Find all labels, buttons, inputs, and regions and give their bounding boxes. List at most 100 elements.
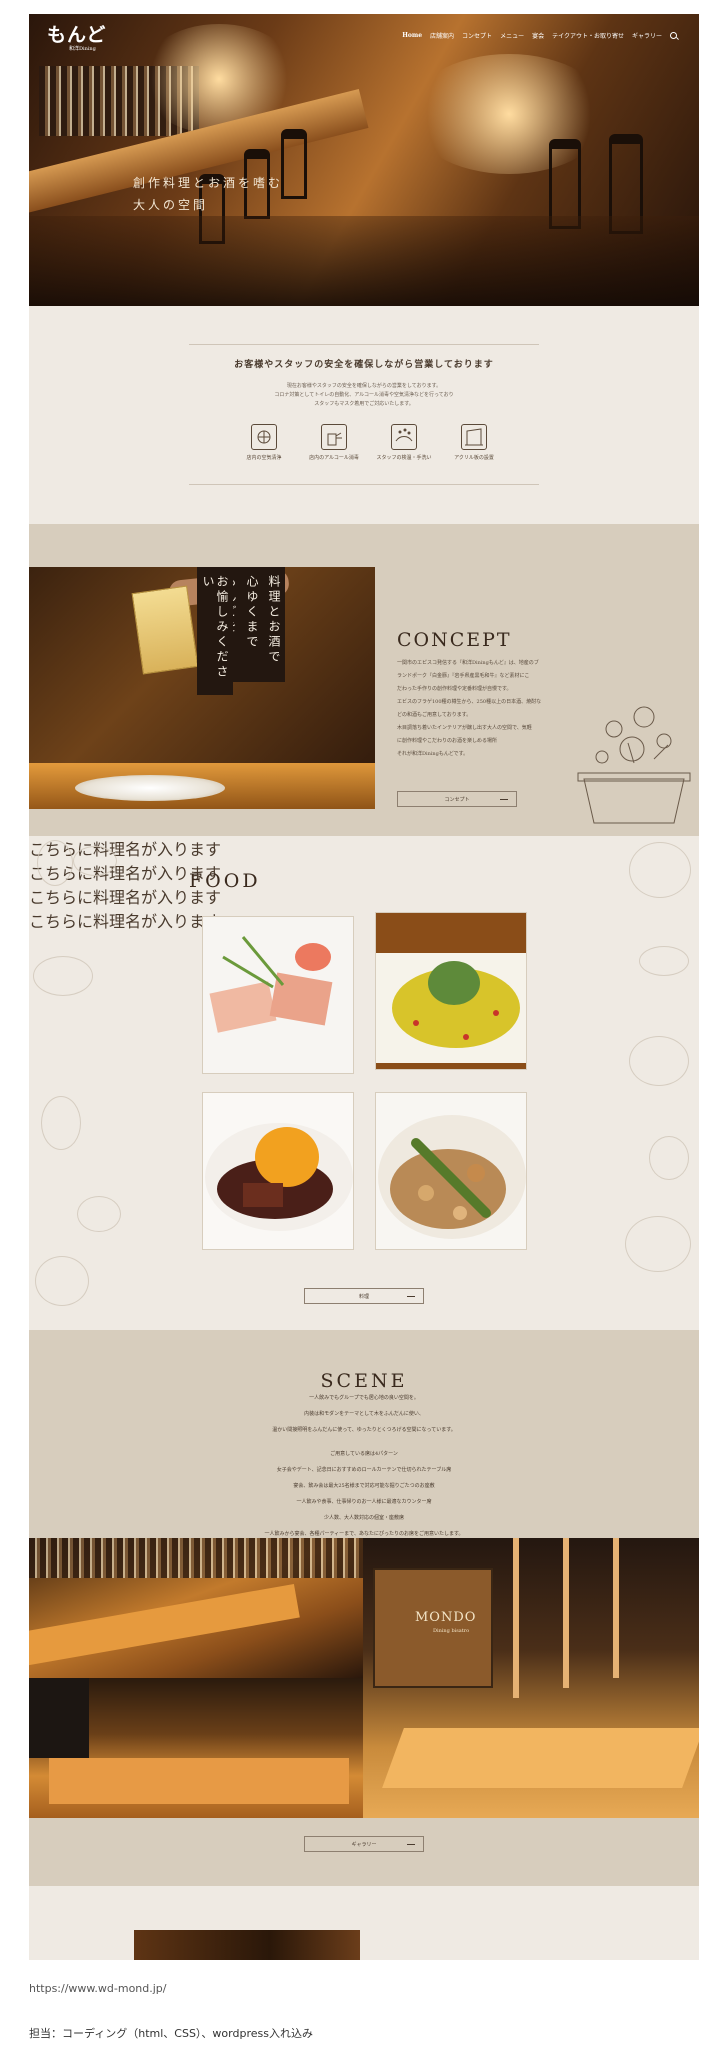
divider — [189, 344, 539, 345]
measure-item: 店内のアルコール消毒 — [299, 424, 369, 461]
scene-pattern-line: 少人数、大人数対応の個室・座敷席 — [323, 1515, 404, 1521]
notice-body-line: 現在お客様やスタッフの安全を確保しながらの営業をしております。 — [286, 383, 442, 389]
scene-photo-counter — [29, 1538, 363, 1678]
role-caption: 担当：コーディング（html、CSS）、wordpress入れ込み — [29, 2027, 313, 2040]
tatami-table-image — [382, 1728, 699, 1788]
notice-title: お客様やスタッフの安全を確保しながら営業しております — [234, 360, 494, 370]
nav-item-menu[interactable]: メニュー — [500, 31, 524, 40]
hero-copy-line2: 大人の空間 — [133, 198, 209, 212]
vegetable-sketch — [35, 1256, 89, 1306]
notice-body-line: スタッフもマスク着用でご対応いたします。 — [314, 401, 414, 407]
scene-photo-table — [29, 1678, 363, 1818]
concept-body-line: どの和酒もご用意しております。 — [397, 712, 472, 718]
food-button[interactable]: 料理 — [304, 1288, 424, 1304]
gallery-button-label: ギャラリー — [351, 1841, 377, 1848]
search-icon[interactable] — [670, 32, 677, 39]
concept-button[interactable]: コンセプト — [397, 791, 517, 807]
gallery-button[interactable]: ギャラリー — [304, 1836, 424, 1852]
dish-caption: こちらに料理名が入ります — [29, 840, 222, 859]
concept-heading: CONCEPT — [397, 629, 512, 651]
dish-caption: こちらに料理名が入ります — [29, 864, 222, 883]
hero-section: もんど 和洋Dining Home 店舗案内 コンセプト メニュー 宴会 テイク… — [29, 14, 699, 306]
site-url[interactable]: https://www.wd-mond.jp/ — [29, 1982, 167, 1995]
food-heading: FOOD — [189, 870, 261, 892]
dish-card[interactable] — [375, 912, 527, 1070]
arrow-right-icon — [407, 1844, 415, 1845]
arrow-right-icon — [500, 799, 508, 800]
scene-patterns-title: ご用意している席は4パターン — [330, 1451, 398, 1457]
pasta-image — [131, 585, 199, 675]
light-column — [513, 1538, 519, 1698]
concept-body-line: それが和洋Diningもんどです。 — [397, 751, 469, 757]
floor-image — [29, 216, 699, 306]
concept-photo: 料理とお酒で 心ゆくまで もんどを お愉しみください — [29, 567, 375, 809]
safety-measures: 店内の空気清浄 店内のアルコール消毒 スタッフの検温・手洗い アクリル板の設置 — [229, 424, 509, 461]
vegetable-sketch — [629, 842, 691, 898]
handwash-icon — [391, 424, 417, 450]
vegetable-sketch — [625, 1216, 691, 1272]
dish-card[interactable] — [202, 916, 354, 1074]
measure-label: スタッフの検温・手洗い — [376, 455, 432, 461]
chalkboard-image — [29, 1678, 89, 1758]
concept-body-line: だわった手作りの創作料理や定番料理が自慢です。 — [397, 686, 512, 692]
next-section-teaser — [29, 1886, 699, 1960]
hero-copy-line1: 創作料理とお酒を嗜む — [133, 176, 284, 190]
light-column — [613, 1538, 619, 1678]
safety-notice-section: お客様やスタッフの安全を確保しながら営業しております 現在お客様やスタッフの安全… — [29, 306, 699, 524]
arrow-right-icon — [407, 1296, 415, 1297]
concept-body-line: 一関市のエピスコ発信する『和洋Diningもんど』は、地産のブ — [397, 660, 539, 666]
logo-subtext: 和洋Dining — [69, 46, 96, 52]
mondo-sign-text: MONDO — [415, 1610, 477, 1625]
scene-pattern-line: 一人飲みや食事、仕事帰りのお一人様に最適なカウンター席 — [296, 1499, 432, 1505]
acrylic-panel-icon — [461, 424, 487, 450]
nav-item-gallery[interactable]: ギャラリー — [632, 31, 662, 40]
page-frame: もんど 和洋Dining Home 店舗案内 コンセプト メニュー 宴会 テイク… — [29, 14, 699, 1960]
dish-caption: こちらに料理名が入ります — [29, 912, 222, 931]
measure-label: 店内のアルコール消毒 — [309, 455, 359, 461]
concept-body: 一関市のエピスコ発信する『和洋Diningもんど』は、地産のブ ランドポーク『白… — [397, 657, 577, 761]
bar-stool-image — [281, 129, 307, 199]
air-purifier-icon — [251, 424, 277, 450]
vegetable-sketch — [77, 1196, 121, 1232]
concept-section: 料理とお酒で 心ゆくまで もんどを お愉しみください CONCEPT 一関市のエ… — [29, 524, 699, 836]
concept-body-line: ランドポーク『白金豚』『岩手県産黒毛和牛』など素材にこ — [397, 673, 530, 679]
concept-button-label: コンセプト — [444, 796, 470, 803]
scene-intro-line: 温かい間接照明をふんだんに使って、ゆったりとくつろげる空間になっています。 — [272, 1427, 456, 1433]
concept-vertical-line4: お愉しみください — [197, 567, 233, 695]
concept-body-line: 木目調落ち着いたインテリアが醸し出す大人の空間で、気軽 — [397, 725, 532, 731]
plate-image — [75, 775, 225, 801]
global-nav: Home 店舗案内 コンセプト メニュー 宴会 テイクアウト・お取り寄せ ギャラ… — [402, 31, 677, 40]
scene-section: SCENE 一人飲みでもグループでも居心地の良い空間を。 内装は和モダンをテーマ… — [29, 1330, 699, 1886]
food-section: FOOD こちらに料理名が入ります こちらに料理名が入ります こちらに料理名が入… — [29, 836, 699, 1330]
vegetable-sketch — [73, 846, 117, 876]
vegetable-sketch — [41, 1096, 81, 1150]
dish-card[interactable] — [375, 1092, 527, 1250]
site-logo[interactable]: もんど 和洋Dining — [47, 20, 106, 52]
scene-heading: SCENE — [320, 1370, 408, 1392]
scene-photo-room: MONDO Dining bisatro — [363, 1538, 699, 1818]
light-column — [563, 1538, 569, 1688]
dish-card[interactable] — [202, 1092, 354, 1250]
nav-item-banquet[interactable]: 宴会 — [532, 31, 544, 40]
scene-intro-line: 内装は和モダンをテーマとして木をふんだんに使い、 — [304, 1411, 424, 1417]
dish-photo — [203, 917, 353, 1073]
hero-copy: 創作料理とお酒を嗜む 大人の空間 — [133, 172, 283, 216]
scene-intro-line: 一人飲みでもグループでも居心地の良い空間を。 — [309, 1395, 419, 1401]
nav-item-concept[interactable]: コンセプト — [462, 31, 492, 40]
concept-body-line: に創作料理やこだわりのお酒を楽しめる場所 — [397, 738, 498, 744]
concept-vertical-line2: 心ゆくまで — [241, 567, 263, 682]
vegetable-sketch — [649, 1136, 689, 1180]
nav-item-shop[interactable]: 店舗案内 — [430, 31, 454, 40]
scene-pattern-line: 宴会、飲み会は最大25名様まで対応可能な掘りごたつのお座敷 — [293, 1483, 435, 1489]
mondo-sign-subtext: Dining bisatro — [433, 1628, 470, 1634]
vegetable-sketch — [639, 946, 689, 976]
spray-icon — [321, 424, 347, 450]
measure-item: スタッフの検温・手洗い — [369, 424, 439, 461]
cooking-pot-illustration — [577, 706, 691, 824]
counter-image — [29, 1583, 300, 1667]
food-button-label: 料理 — [358, 1293, 369, 1300]
scene-pattern-line: 一人飲みから宴会、各種パーティーまで、あなたにぴったりのお席をご用意いたします。 — [264, 1531, 464, 1537]
nav-item-takeout[interactable]: テイクアウト・お取り寄せ — [552, 31, 624, 40]
concept-vertical-line1: 料理とお酒で — [263, 567, 285, 682]
nav-item-home[interactable]: Home — [402, 32, 422, 39]
